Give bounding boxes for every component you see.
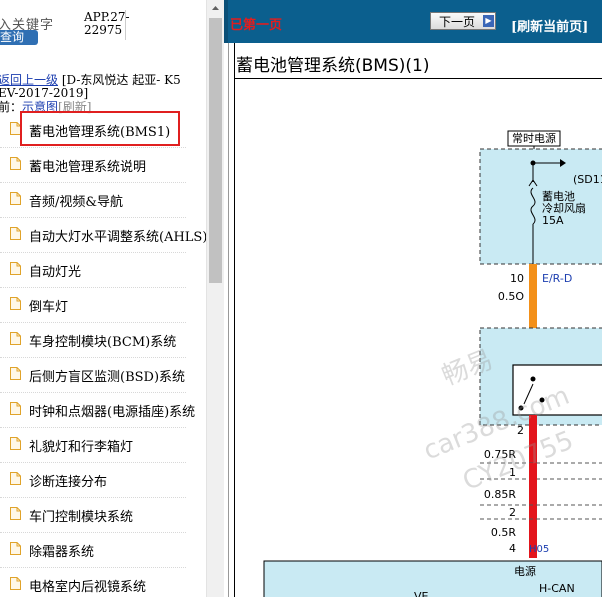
pin-10: 10 [510,272,524,285]
menu-item-label: 除霜器系统 [29,545,95,560]
menu-item-label: 时钟和点烟器(电源插座)系统 [29,405,196,420]
fuse-code: (SD11 [573,173,602,186]
menu-item-label: 电格室内后视镜系统 [29,580,147,595]
document-icon [10,367,21,380]
wire-size-4: 0.5R [491,526,516,539]
wire-size-1: 0.5O [498,290,524,303]
menu-item[interactable]: 后侧方盲区监测(BSD)系统 [0,358,186,393]
app-code: APP.27-22975 [84,10,130,37]
menu-item[interactable]: 倒车灯 [0,288,186,323]
menu-item-label: 倒车灯 [29,300,69,315]
document-icon [10,332,21,345]
menu-item[interactable]: 礼貌灯和行李箱灯 [0,428,186,463]
power-source-label: 电源 [514,564,536,578]
menu-item[interactable]: 自动大灯水平调整系统(AHLS) [0,218,206,253]
breadcrumb-path: [D-东风悦达 起亚- K5 [61,73,181,87]
hcan-label: H-CAN [539,582,575,595]
menu-item[interactable]: 时钟和点烟器(电源插座)系统 [0,393,195,428]
document-icon [10,402,21,415]
menu-item-label: 车身控制模块(BCM)系统 [29,335,177,350]
menu-item-label: 后侧方盲区监测(BSD)系统 [29,370,186,385]
menu-item-label: 音频/视频&导航 [29,195,123,210]
menu-item-label: 自动大灯水平调整系统(AHLS) [29,230,206,245]
document-icon [10,297,21,310]
fuse-rating: 15A [542,214,564,227]
menu-item[interactable]: 音频/视频&导航 [0,183,186,218]
document-icon [10,157,21,170]
document-icon [10,507,21,520]
menu-item-label: 诊断连接分布 [29,475,108,490]
menu-item[interactable]: 诊断连接分布 [0,463,186,498]
menu-item[interactable]: 蓄电池管理系统说明 [0,148,186,183]
connector-code: H05 [529,544,549,555]
pin-4: 4 [509,542,516,555]
wiring-diagram: 常时电源 (SD11 蓄电池 冷却风扇 15A 10 E/R-D 0.5O 2 … [263,130,602,597]
menu-item[interactable]: 自动灯光 [0,253,186,288]
menu-item[interactable]: 电格室内后视镜系统 [0,568,186,597]
document-icon [10,577,21,590]
menu-item-label: 礼貌灯和行李箱灯 [29,440,134,455]
pin-2b: 2 [509,506,516,519]
document-icon [10,542,21,555]
sidebar: 入关键字 查询 APP.27-22975 返回上一级 [D-东风悦达 起亚- K… [0,0,206,597]
document-icon [10,472,21,485]
document-icon [10,227,21,240]
content-pane: 已第一页 下一页 ▶ [刷新当前页] 蓄电池管理系统(BMS)(1) 常时电源 … [224,0,602,597]
wire-color-1: E/R-D [542,272,572,285]
menu-item-label: 蓄电池管理系统说明 [29,160,147,175]
document-icon [10,437,21,450]
relay-contact-1 [530,376,536,382]
menu-item-label: 自动灯光 [29,265,82,280]
menu-item-label: 车门控制模块系统 [29,510,134,525]
scroll-up-icon[interactable] [207,0,224,16]
back-link[interactable]: 返回上一级 [0,73,58,87]
fuse-name-2: 冷却风扇 [542,201,586,215]
document-icon [10,192,21,205]
bottom-label: VE [414,590,429,597]
scrollbar[interactable] [206,0,224,597]
scroll-thumb[interactable] [209,18,222,283]
menu-item[interactable]: 车门控制模块系统 [0,498,186,533]
selected-highlight [20,111,180,146]
wire-size-3: 0.85R [484,488,516,501]
menu-item[interactable]: 除霜器系统 [0,533,186,568]
query-button[interactable]: 查询 [0,30,38,45]
document-icon [10,262,21,275]
breadcrumb: 返回上一级 [D-东风悦达 起亚- K5 EV-2017-2019] [0,74,198,100]
current-prefix: 前： [0,100,23,114]
menu-item[interactable]: 车身控制模块(BCM)系统 [0,323,186,358]
menu-list: 蓄电池管理系统(BMS1) 蓄电池管理系统说明 音频/视频&导航 自动大灯水平调整系统… [0,113,206,597]
power-label: 常时电源 [512,131,556,145]
